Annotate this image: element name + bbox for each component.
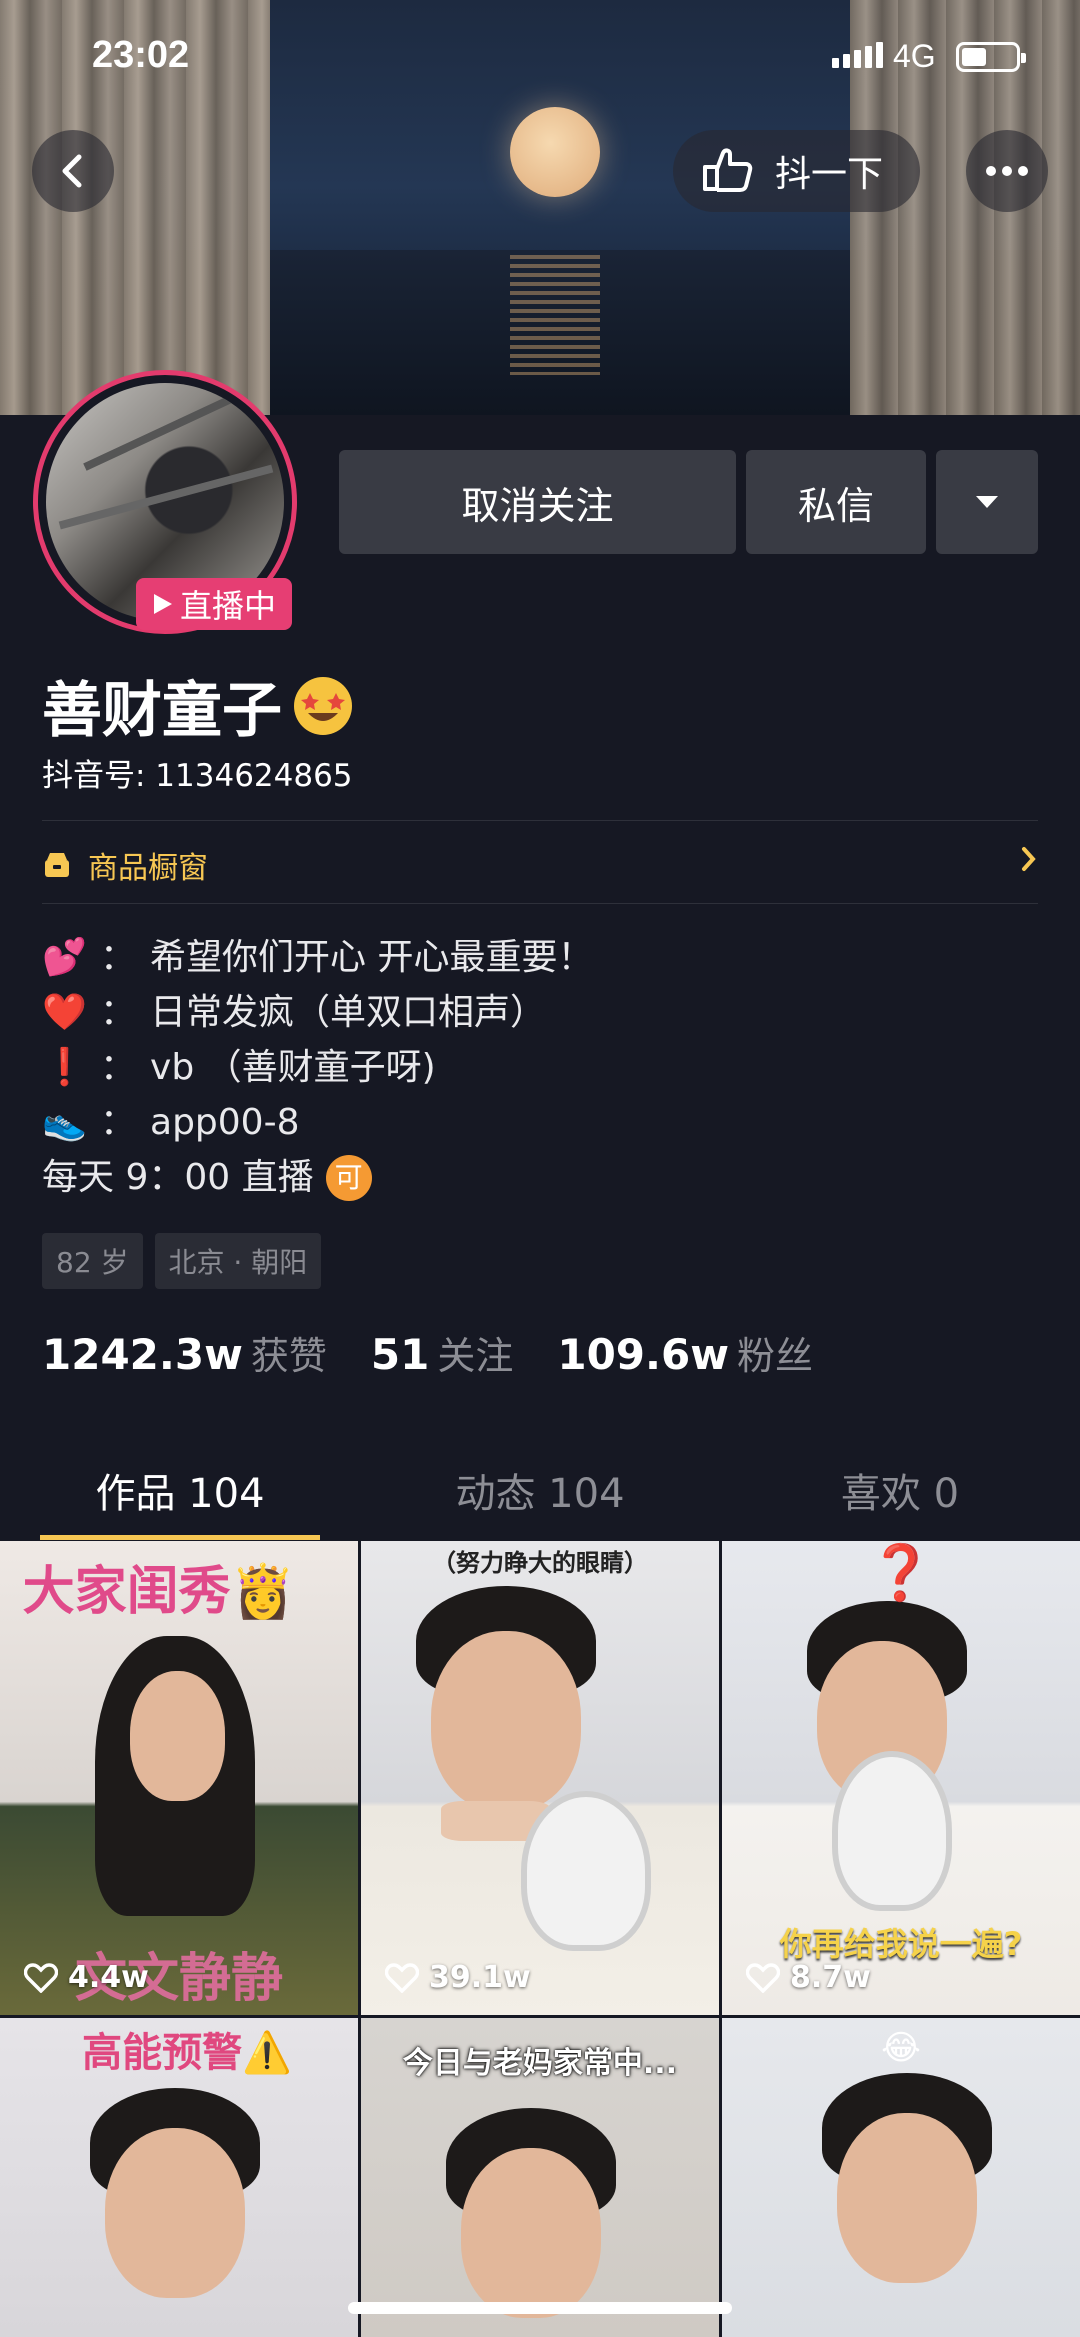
recommend-dropdown-button[interactable]: [936, 450, 1038, 554]
status-time: 23:02: [92, 34, 190, 76]
tab-likes[interactable]: 喜欢 0: [720, 1440, 1080, 1540]
tab-moments[interactable]: 动态 104: [360, 1440, 720, 1540]
shop-window-label: 商品橱窗: [88, 851, 208, 886]
star-struck-emoji-icon: [294, 676, 352, 735]
video-caption-top: 大家闺秀👸: [22, 1562, 296, 1622]
heart-outline-icon: [746, 1962, 780, 1993]
chevron-left-icon: [62, 154, 82, 188]
likes-label: 获赞: [250, 1334, 327, 1378]
video-thumbnail[interactable]: 今日与老妈家常中...: [361, 2018, 719, 2337]
message-button[interactable]: 私信: [746, 450, 926, 554]
video-thumbnail[interactable]: ❓ 你再给我说一遍? 8.7w: [722, 1541, 1080, 2015]
bio-text: app00-8: [150, 1102, 300, 1143]
followers-label: 粉丝: [737, 1334, 814, 1378]
battery-icon: [956, 42, 1026, 72]
back-button[interactable]: [32, 130, 114, 212]
unfollow-button[interactable]: 取消关注: [339, 450, 736, 554]
red-heart-icon: ❤️: [42, 992, 87, 1033]
shop-window-link[interactable]: 商品橱窗: [42, 830, 1038, 900]
heart-outline-icon: [24, 1962, 58, 1993]
heart-outline-icon: [385, 1962, 419, 1993]
video-caption-bottom: 你再给我说一遍?: [779, 1925, 1023, 1963]
tab-works[interactable]: 作品 104: [0, 1440, 360, 1540]
video-likes: 8.7w: [746, 1960, 871, 1995]
following-count[interactable]: 51: [371, 1330, 429, 1379]
two-hearts-icon: 💕: [42, 937, 87, 978]
profile-stats: 1242.3w 获赞 51 关注 109.6w 粉丝: [42, 1325, 857, 1380]
shake-button[interactable]: 抖一下: [673, 130, 920, 212]
triangle-down-icon: [976, 496, 998, 508]
profile-tags: 82 岁 北京 · 朝阳: [42, 1233, 322, 1289]
status-bar: 23:02 4G: [0, 0, 1080, 120]
divider: [42, 820, 1038, 821]
bio-text: 日常发疯（单双口相声）: [150, 992, 547, 1033]
network-type: 4G: [893, 38, 936, 74]
chevron-right-icon: [1022, 847, 1036, 871]
video-grid: 大家闺秀👸 文文静静 4.4w （努力睁大的眼睛） 39.1w ❓ 你再给我说一…: [0, 1541, 1080, 2337]
pointing-hand-icon: [703, 148, 753, 192]
video-thumbnail[interactable]: （努力睁大的眼睛） 39.1w: [361, 1541, 719, 2015]
video-likes: 4.4w: [24, 1960, 149, 1995]
more-dots-icon: [986, 166, 1028, 176]
sneaker-icon: 👟: [42, 1102, 87, 1143]
ke-badge-icon: 可: [325, 1154, 372, 1201]
play-icon: [153, 594, 172, 614]
bio-text: 每天 9：00 直播: [42, 1157, 314, 1198]
divider: [42, 903, 1038, 904]
signal-icon: [832, 42, 883, 68]
more-button[interactable]: [966, 130, 1048, 212]
banner-moon: [510, 107, 600, 197]
bio-line: ❗ ： vb （善财童子呀): [42, 1040, 593, 1095]
live-badge-label: 直播中: [179, 587, 276, 625]
followers-count[interactable]: 109.6w: [557, 1330, 729, 1379]
bio-line: 👟 ： app00-8: [42, 1095, 593, 1150]
shake-label: 抖一下: [775, 154, 884, 195]
banner-moon-reflection: [510, 255, 600, 375]
video-likes: 39.1w: [385, 1960, 531, 1995]
bio-text: 希望你们开心 开心最重要！: [150, 937, 594, 978]
bio-line: 💕 ： 希望你们开心 开心最重要！: [42, 930, 593, 985]
video-caption-top: 今日与老妈家常中...: [402, 2046, 678, 2081]
bio-line: ❤️ ： 日常发疯（单双口相声）: [42, 985, 593, 1040]
nickname: 善财童子: [42, 662, 354, 749]
video-thumbnail[interactable]: 高能预警⚠️: [0, 2018, 358, 2337]
content-tabs: 作品 104 动态 104 喜欢 0: [0, 1440, 1080, 1540]
location-tag: 北京 · 朝阳: [154, 1233, 322, 1289]
following-label: 关注: [437, 1334, 514, 1378]
video-caption-top: 😂: [881, 2028, 921, 2068]
douyin-id: 抖音号: 1134624865: [42, 758, 353, 794]
bio-text: vb （善财童子呀): [150, 1047, 436, 1088]
live-badge[interactable]: 直播中: [136, 578, 292, 630]
exclamation-icon: ❗: [42, 1047, 87, 1088]
video-thumbnail[interactable]: 大家闺秀👸 文文静静 4.4w: [0, 1541, 358, 2015]
home-indicator[interactable]: [348, 2302, 732, 2314]
video-caption-top: 高能预警⚠️: [82, 2030, 292, 2076]
video-thumbnail[interactable]: 😂: [722, 2018, 1080, 2337]
likes-count[interactable]: 1242.3w: [42, 1330, 243, 1379]
video-caption-top: ❓: [867, 1541, 935, 1604]
bio: 💕 ： 希望你们开心 开心最重要！ ❤️ ： 日常发疯（单双口相声） ❗ ： v…: [42, 930, 593, 1205]
nickname-text: 善财童子: [42, 676, 282, 746]
bio-line: 每天 9：00 直播 可: [42, 1150, 593, 1205]
shop-icon: [45, 853, 69, 877]
age-tag: 82 岁: [42, 1233, 143, 1289]
video-caption-top: （努力睁大的眼睛）: [432, 1549, 648, 1577]
